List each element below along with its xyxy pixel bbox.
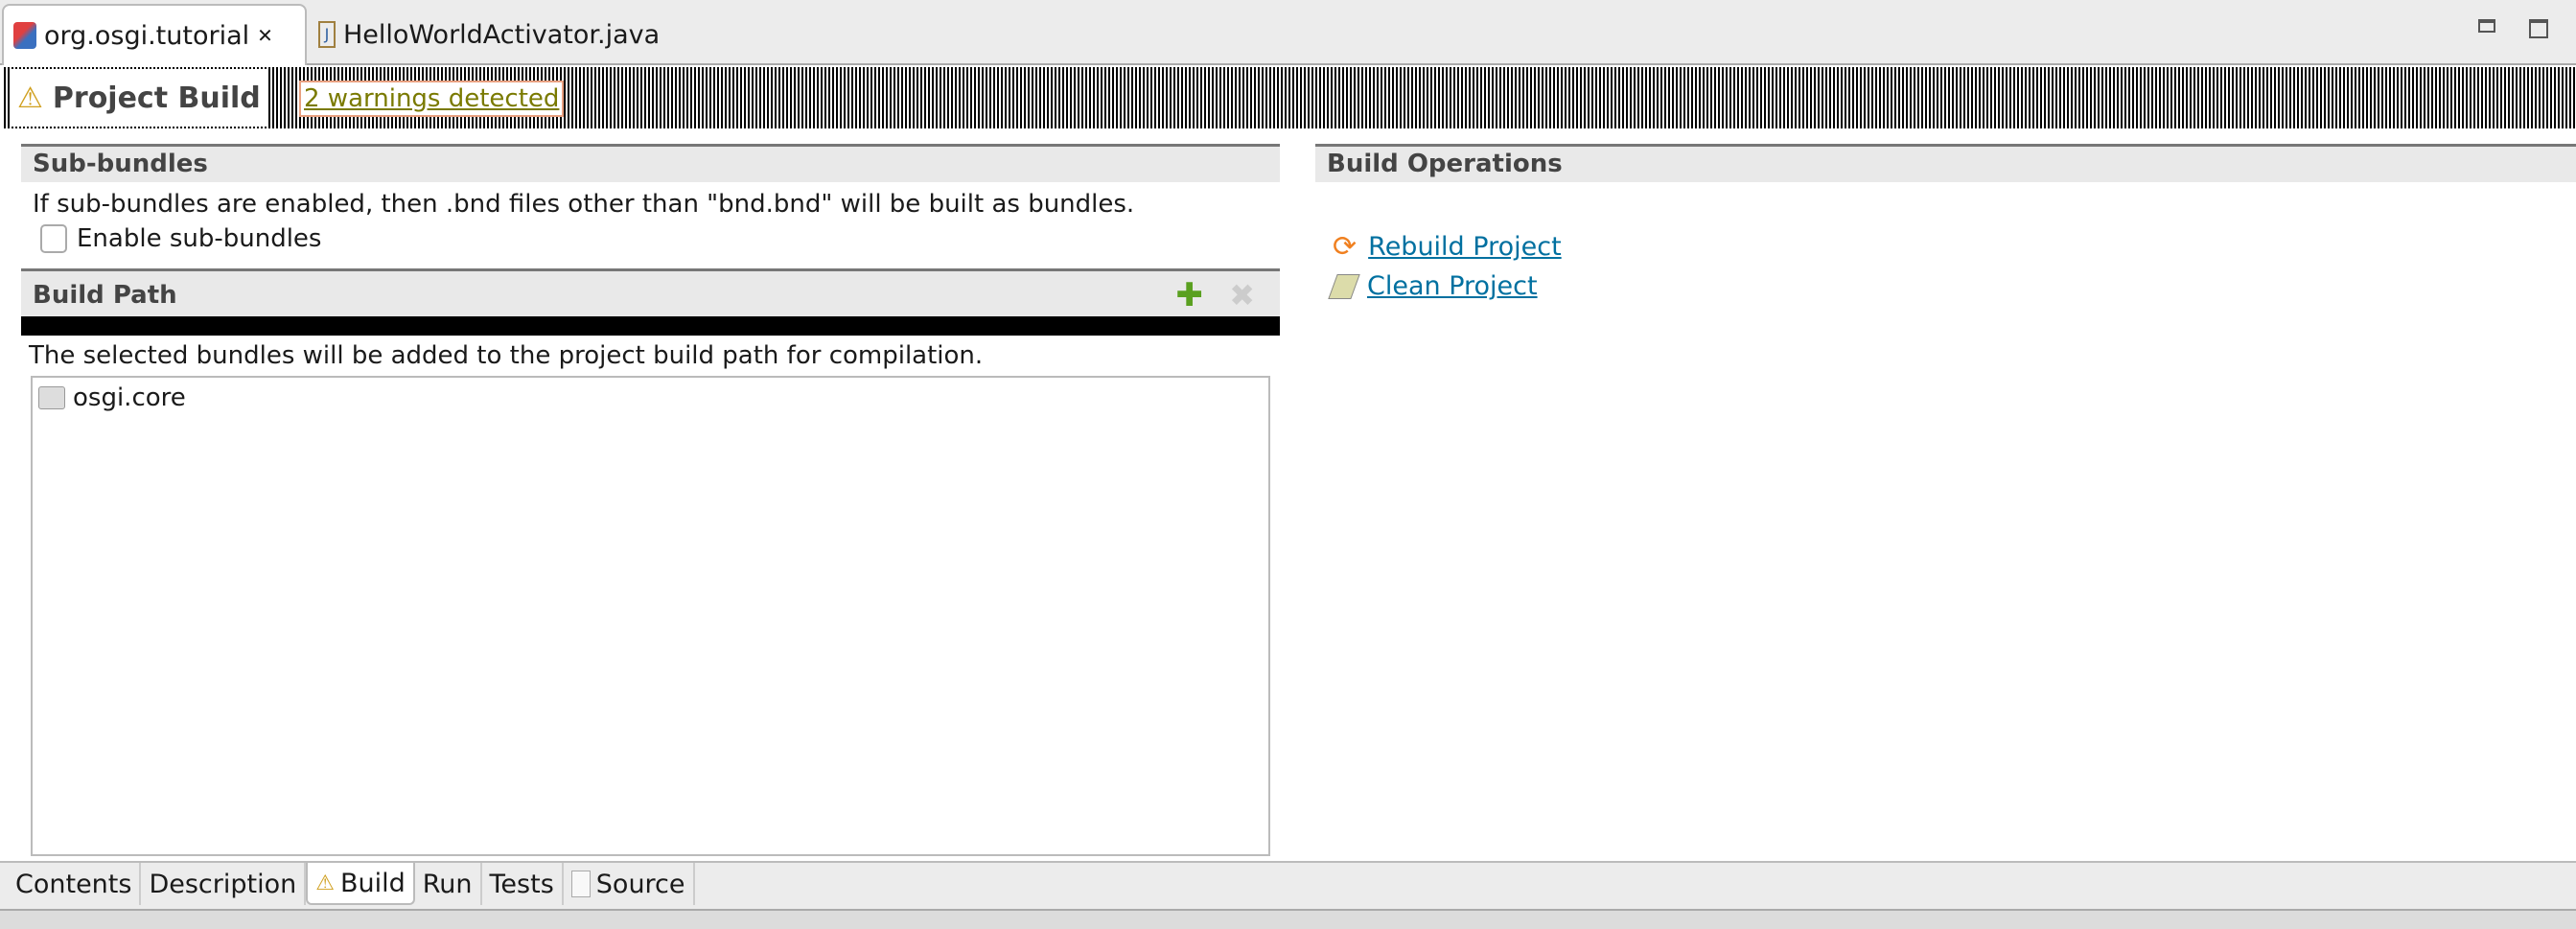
section-title: Build Path ✚ ✖ (21, 268, 1280, 316)
sub-bundles-description: If sub-bundles are enabled, then .bnd fi… (33, 190, 1135, 219)
checkbox-label: Enable sub-bundles (77, 224, 322, 253)
rebuild-label[interactable]: Rebuild Project (1368, 232, 1562, 262)
remove-icon[interactable]: ✖ (1229, 271, 1255, 319)
tab-label: Run (422, 869, 473, 899)
form-title-text: Project Build (52, 81, 261, 115)
build-path-description: The selected bundles will be added to th… (29, 341, 984, 370)
warning-icon: ⚠ (17, 81, 43, 115)
form-title: ⚠ Project Build (10, 69, 268, 127)
java-file-icon: J (318, 21, 336, 48)
tab-label: Build (339, 868, 406, 898)
close-icon[interactable]: ✕ (257, 24, 273, 47)
list-item-label: osgi.core (73, 383, 186, 412)
bundle-icon (38, 386, 65, 409)
build-path-section: Build Path ✚ ✖ The selected bundles will… (21, 268, 1280, 370)
document-icon (570, 871, 591, 897)
warning-icon: ⚠ (315, 871, 335, 895)
build-path-title: Build Path (33, 281, 177, 310)
tab-org-osgi-tutorial[interactable]: org.osgi.tutorial ✕ (2, 4, 307, 65)
tab-build[interactable]: ⚠ Build (306, 863, 415, 905)
toolbar-bar (21, 316, 1280, 336)
tab-helloworldactivator[interactable]: J HelloWorldActivator.java (309, 4, 669, 65)
add-icon[interactable]: ✚ (1176, 271, 1204, 319)
tab-label: Description (149, 869, 297, 899)
eraser-icon (1328, 273, 1360, 299)
tab-label: HelloWorldActivator.java (343, 19, 661, 50)
refresh-icon: ⟳ (1333, 230, 1358, 264)
build-page: Sub-bundles If sub-bundles are enabled, … (0, 129, 2576, 863)
tab-contents[interactable]: Contents (8, 863, 142, 905)
list-item[interactable]: osgi.core (38, 383, 1263, 412)
clean-label[interactable]: Clean Project (1367, 271, 1538, 301)
build-operations-section: Build Operations ⟳ Rebuild Project Clean… (1315, 144, 2576, 301)
sub-bundles-section: Sub-bundles If sub-bundles are enabled, … (21, 144, 1280, 253)
tab-description[interactable]: Description (141, 863, 307, 905)
tab-tests[interactable]: Tests (482, 863, 564, 905)
minimize-icon[interactable] (2478, 19, 2495, 33)
lower-panel-edge (0, 909, 2576, 929)
maximize-icon[interactable] (2529, 19, 2548, 38)
tab-label: Source (595, 869, 685, 899)
warnings-link[interactable]: 2 warnings detected (299, 81, 565, 117)
tab-source[interactable]: Source (564, 863, 695, 905)
tab-run[interactable]: Run (415, 863, 482, 905)
checkbox[interactable] (40, 224, 67, 253)
tab-label: Tests (489, 869, 554, 899)
clean-project-link[interactable]: Clean Project (1315, 271, 2576, 301)
enable-sub-bundles-checkbox[interactable]: Enable sub-bundles (21, 224, 1280, 253)
bnd-project-icon (13, 22, 36, 49)
page-tab-bar: Contents Description ⚠ Build Run Tests So… (0, 861, 2576, 909)
rebuild-project-link[interactable]: ⟳ Rebuild Project (1315, 230, 2576, 264)
section-title: Build Operations (1315, 144, 2576, 182)
tab-label: Contents (15, 869, 132, 899)
tab-label: org.osgi.tutorial (44, 20, 250, 51)
build-path-list[interactable]: osgi.core (31, 376, 1270, 856)
section-title: Sub-bundles (21, 144, 1280, 182)
editor-tab-bar: org.osgi.tutorial ✕ J HelloWorldActivato… (0, 0, 2576, 65)
